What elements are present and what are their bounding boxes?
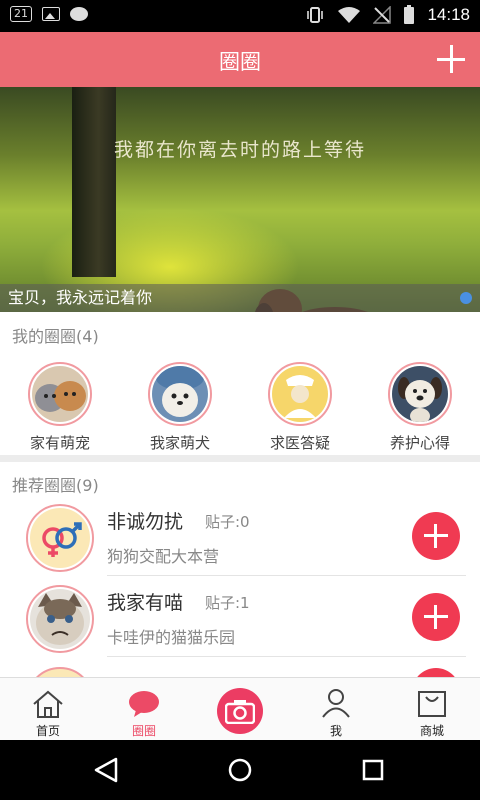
nav-home[interactable]: 首页 — [0, 678, 96, 741]
back-icon[interactable] — [92, 757, 120, 783]
camera-button[interactable] — [217, 688, 263, 734]
join-circle-button[interactable] — [412, 512, 460, 560]
nurse-avatar-icon — [272, 366, 328, 422]
app-notification-icon — [70, 7, 88, 21]
my-circles-count: (4) — [76, 327, 99, 346]
circle-label: 养护心得 — [389, 434, 450, 452]
list-item[interactable]: 非诚勿扰 贴子:0 狗狗交配大本营 — [0, 497, 480, 579]
banner-slogan: 我都在你离去时的路上等待 — [113, 139, 366, 161]
my-circles-heading: 我的圈圈(4) — [12, 323, 99, 347]
page-title: 圈圈 — [219, 50, 261, 74]
circle-description: 狗狗交配大本营 — [107, 547, 220, 566]
dog-costume-avatar-icon — [152, 366, 208, 422]
avatar — [26, 504, 94, 572]
nav-shop[interactable]: 商城 — [384, 678, 480, 741]
circle-item[interactable]: 家有萌宠 — [0, 362, 120, 453]
list-item[interactable] — [0, 659, 480, 677]
circle-item[interactable]: 求医答疑 — [240, 362, 360, 453]
avatar — [28, 362, 92, 426]
post-count: 贴子:0 — [205, 513, 250, 531]
nav-label: 我 — [329, 724, 342, 738]
cat-dog-avatar-icon — [32, 366, 88, 422]
nav-label: 圈圈 — [131, 724, 156, 738]
nav-me[interactable]: 我 — [288, 678, 384, 741]
banner-caption: 宝贝，我永远记着你 — [8, 288, 153, 307]
signal-off-icon — [373, 6, 392, 24]
my-circles-title: 我的圈圈 — [12, 327, 77, 346]
nav-circles[interactable]: 圈圈 — [96, 678, 192, 741]
row-divider — [107, 656, 466, 657]
avatar — [148, 362, 212, 426]
app-header: 圈圈 — [0, 32, 480, 87]
home-circle-icon[interactable] — [227, 757, 253, 783]
add-circle-button[interactable] — [436, 44, 466, 74]
recommend-heading: 推荐圈圈(9) — [12, 472, 99, 496]
section-divider — [0, 455, 480, 462]
circle-description: 卡哇伊的猫猫乐园 — [107, 628, 236, 647]
join-circle-button[interactable] — [412, 668, 460, 677]
grumpy-cat-avatar-icon — [30, 589, 90, 649]
join-circle-button[interactable] — [412, 593, 460, 641]
vibrate-icon — [307, 7, 324, 23]
battery-icon — [404, 5, 415, 24]
nav-label: 首页 — [35, 724, 60, 738]
circle-item[interactable]: 我家萌犬 — [120, 362, 240, 453]
avatar — [268, 362, 332, 426]
recommend-title: 推荐圈圈 — [12, 476, 77, 495]
banner-carousel[interactable]: 我都在你离去时的路上等待 宝贝，我永远记着你 — [0, 87, 480, 312]
circle-name: 非诚勿扰 — [107, 511, 184, 533]
image-notification-icon — [42, 7, 60, 21]
circle-name: 我家有喵 — [107, 592, 184, 614]
chat-bubble-icon — [129, 691, 159, 717]
circle-item[interactable]: 养护心得 — [360, 362, 480, 453]
post-count: 贴子:1 — [205, 594, 250, 612]
avatar — [388, 362, 452, 426]
circle-label: 家有萌宠 — [29, 434, 90, 452]
cartoon-dog-avatar-icon — [392, 366, 448, 422]
carousel-indicator[interactable] — [460, 292, 472, 304]
list-item[interactable]: 我家有喵 贴子:1 卡哇伊的猫猫乐园 — [0, 578, 480, 660]
notification-badge: 21 — [10, 6, 32, 22]
recents-icon[interactable] — [361, 758, 385, 782]
circle-label: 我家萌犬 — [149, 434, 210, 452]
my-circles-list: 家有萌宠 我家萌犬 求医答疑 养护心得 — [0, 362, 480, 454]
status-time: 14:18 — [427, 5, 470, 24]
row-divider — [107, 575, 466, 576]
camera-icon — [225, 700, 255, 724]
bottom-navigation: 首页 圈圈 我 商城 — [0, 677, 480, 740]
recommend-count: (9) — [76, 476, 99, 495]
circle-label: 求医答疑 — [269, 434, 330, 452]
gender-symbols-avatar-icon — [30, 508, 90, 568]
wifi-icon — [338, 7, 361, 23]
shopping-bag-icon — [418, 691, 446, 717]
person-icon — [322, 689, 350, 718]
nav-label: 商城 — [419, 724, 444, 738]
avatar — [26, 667, 94, 677]
avatar — [26, 585, 94, 653]
home-icon — [33, 690, 63, 718]
banner-tree — [72, 87, 116, 277]
system-navigation-bar — [0, 740, 480, 800]
status-bar: 21 14:18 — [0, 0, 480, 32]
